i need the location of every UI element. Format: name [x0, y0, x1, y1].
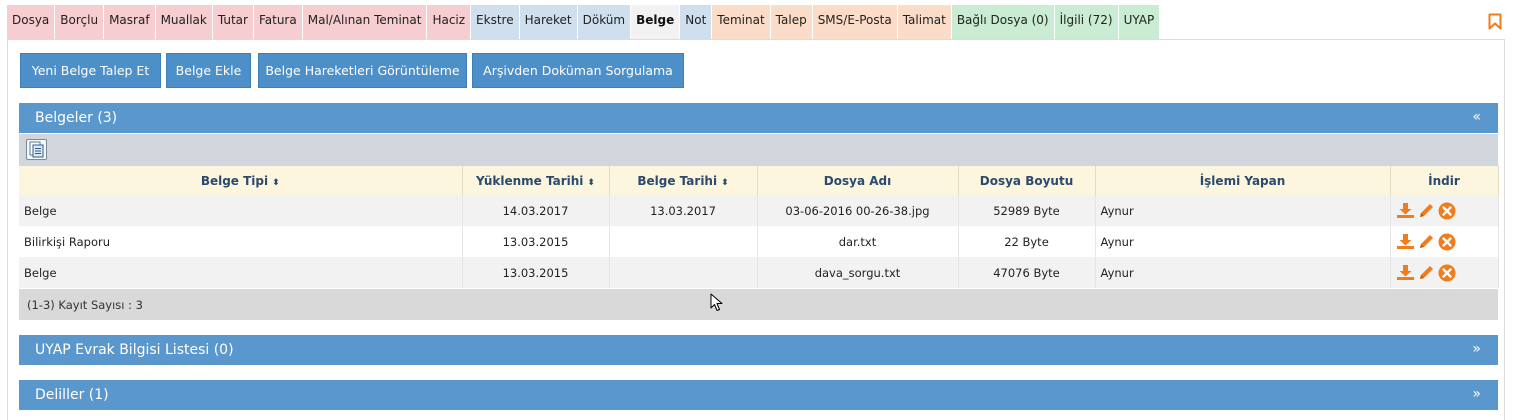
cell-document-type: Belge: [19, 257, 463, 288]
record-count: (1-3) Kayıt Sayısı : 3: [27, 297, 143, 312]
cell-file-size: 47076 Byte: [958, 257, 1096, 288]
tab-not[interactable]: Not: [680, 5, 713, 39]
delete-icon[interactable]: [1438, 264, 1456, 282]
column-header-belge-tarihi[interactable]: Belge Tarihi ⬍: [609, 166, 758, 195]
tab-dosya[interactable]: Dosya: [7, 5, 56, 39]
cell-document-date: 13.03.2017: [609, 195, 758, 226]
tab-tutar[interactable]: Tutar: [212, 5, 254, 39]
cell-file-size: 52989 Byte: [958, 195, 1096, 226]
grid-footer: (1-3) Kayıt Sayısı : 3: [19, 289, 1498, 320]
documents-panel-header[interactable]: Belgeler (3) «: [19, 103, 1498, 133]
tab-ilgili[interactable]: İlgili (72): [1054, 5, 1119, 39]
cell-user: Aynur: [1095, 226, 1391, 257]
expand-icon[interactable]: »: [1472, 386, 1481, 402]
tab-dokum[interactable]: Döküm: [577, 5, 632, 39]
content-area: Yeni Belge Talep Et Belge Ekle Belge Har…: [7, 39, 1505, 420]
tab-mal-alinan-teminat[interactable]: Mal/Alınan Teminat: [302, 5, 428, 39]
cell-document-date: [609, 257, 758, 288]
download-icon[interactable]: [1396, 264, 1415, 281]
evidence-panel-title: Deliller (1): [35, 387, 109, 403]
tab-teminat[interactable]: Teminat: [712, 5, 771, 39]
download-icon[interactable]: [1396, 233, 1415, 250]
export-icon[interactable]: [26, 139, 47, 160]
tab-belge[interactable]: Belge: [631, 5, 681, 39]
tab-masraf[interactable]: Masraf: [104, 5, 156, 39]
uyap-panel-title: UYAP Evrak Bilgisi Listesi (0): [35, 342, 234, 358]
column-header-indir: İndir: [1390, 166, 1499, 195]
cell-upload-date: 14.03.2017: [462, 195, 610, 226]
tab-muallak[interactable]: Muallak: [155, 5, 213, 39]
add-document-button[interactable]: Belge Ekle: [166, 53, 251, 88]
evidence-panel-header[interactable]: Deliller (1) »: [19, 380, 1498, 410]
documents-table: Belge Tipi ⬍ Yüklenme Tarihi ⬍ Belge Tarih…: [19, 166, 1499, 288]
cell-actions: [1390, 195, 1499, 226]
tab-bar: Dosya Borçlu Masraf Muallak Tutar Fatura…: [7, 5, 1161, 39]
archive-query-button[interactable]: Arşivden Doküman Sorgulama: [472, 53, 684, 88]
delete-icon[interactable]: [1438, 233, 1456, 251]
column-header-dosya-adi[interactable]: Dosya Adı: [757, 166, 959, 195]
tab-ekstre[interactable]: Ekstre: [471, 5, 520, 39]
table-row[interactable]: Belge 14.03.2017 13.03.2017 03-06-2016 0…: [19, 195, 1499, 226]
tab-fatura[interactable]: Fatura: [253, 5, 303, 39]
tab-haciz[interactable]: Haciz: [427, 5, 472, 39]
expand-icon[interactable]: »: [1472, 341, 1481, 357]
bookmark-icon[interactable]: [1488, 13, 1502, 30]
delete-icon[interactable]: [1438, 202, 1456, 220]
cell-upload-date: 13.03.2015: [462, 226, 610, 257]
pencil-icon[interactable]: [1418, 233, 1435, 250]
cell-user: Aynur: [1095, 195, 1391, 226]
tab-borclu[interactable]: Borçlu: [55, 5, 105, 39]
tab-sms-eposta[interactable]: SMS/E-Posta: [812, 5, 898, 39]
sort-icon: ⬍: [272, 177, 280, 188]
sort-icon: ⬍: [587, 177, 595, 188]
cell-upload-date: 13.03.2015: [462, 257, 610, 288]
cell-user: Aynur: [1095, 257, 1391, 288]
column-header-yuklenme-tarihi[interactable]: Yüklenme Tarihi ⬍: [462, 166, 610, 195]
document-movements-button[interactable]: Belge Hareketleri Görüntüleme: [258, 53, 467, 88]
cell-document-type: Bilirkişi Raporu: [19, 226, 463, 257]
column-header-dosya-boyutu[interactable]: Dosya Boyutu: [958, 166, 1096, 195]
table-header-row: Belge Tipi ⬍ Yüklenme Tarihi ⬍ Belge Tarih…: [19, 166, 1499, 195]
cell-file-name: dava_sorgu.txt: [757, 257, 959, 288]
grid-toolbar: [19, 134, 1498, 166]
cell-file-name: 03-06-2016 00-26-38.jpg: [757, 195, 959, 226]
cell-actions: [1390, 257, 1499, 288]
tab-talep[interactable]: Talep: [770, 5, 813, 39]
tab-hareket[interactable]: Hareket: [519, 5, 578, 39]
tab-bagli-dosya[interactable]: Bağlı Dosya (0): [951, 5, 1055, 39]
uyap-panel-header[interactable]: UYAP Evrak Bilgisi Listesi (0) »: [19, 335, 1498, 365]
collapse-icon[interactable]: «: [1472, 109, 1481, 125]
cell-document-type: Belge: [19, 195, 463, 226]
tab-uyap[interactable]: UYAP: [1118, 5, 1161, 39]
table-row[interactable]: Bilirkişi Raporu 13.03.2015 dar.txt 22 B…: [19, 226, 1499, 257]
pencil-icon[interactable]: [1418, 202, 1435, 219]
cell-file-size: 22 Byte: [958, 226, 1096, 257]
column-header-belge-tipi[interactable]: Belge Tipi ⬍: [19, 166, 463, 195]
table-row[interactable]: Belge 13.03.2015 dava_sorgu.txt 47076 By…: [19, 257, 1499, 288]
cell-file-name: dar.txt: [757, 226, 959, 257]
cell-actions: [1390, 226, 1499, 257]
sort-icon: ⬍: [721, 177, 729, 188]
column-header-islemi-yapan[interactable]: İşlemi Yapan: [1095, 166, 1391, 195]
pencil-icon[interactable]: [1418, 264, 1435, 281]
mouse-cursor-icon: [710, 293, 723, 311]
download-icon[interactable]: [1396, 202, 1415, 219]
tab-talimat[interactable]: Talimat: [897, 5, 952, 39]
request-document-button[interactable]: Yeni Belge Talep Et: [20, 53, 161, 88]
cell-document-date: [609, 226, 758, 257]
documents-panel-title: Belgeler (3): [35, 110, 118, 126]
